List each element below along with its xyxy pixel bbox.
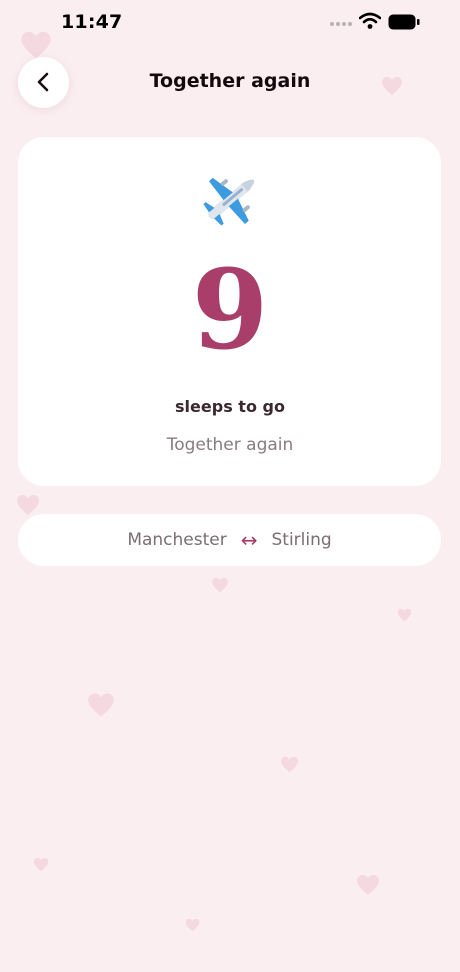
route-arrow-icon: ↔ bbox=[240, 528, 258, 552]
countdown-number: 9 bbox=[191, 245, 269, 374]
heart-icon bbox=[280, 756, 299, 773]
status-bar: 11:47 bbox=[0, 0, 460, 46]
heart-icon bbox=[211, 577, 229, 593]
wifi-icon bbox=[359, 12, 381, 29]
chevron-left-icon bbox=[37, 72, 49, 92]
route-pill: Manchester ↔ Stirling bbox=[18, 514, 441, 566]
heart-icon bbox=[397, 608, 412, 622]
heart-icon bbox=[356, 874, 380, 896]
signal-dots-icon bbox=[330, 22, 352, 27]
heart-icon bbox=[381, 76, 403, 96]
page-title: Together again bbox=[149, 70, 311, 92]
route-to-city: Stirling bbox=[271, 530, 332, 550]
heart-icon bbox=[33, 857, 49, 872]
status-time: 11:47 bbox=[61, 11, 123, 33]
airplane-icon bbox=[203, 177, 255, 226]
heart-icon bbox=[20, 30, 52, 60]
heart-icon bbox=[185, 918, 200, 932]
countdown-unit-label: sleeps to go bbox=[175, 397, 285, 416]
back-button[interactable] bbox=[18, 57, 69, 108]
battery-icon bbox=[388, 14, 420, 30]
route-from-city: Manchester bbox=[127, 530, 227, 550]
heart-icon bbox=[16, 494, 40, 516]
heart-icon bbox=[87, 692, 115, 718]
event-name: Together again bbox=[166, 435, 294, 455]
